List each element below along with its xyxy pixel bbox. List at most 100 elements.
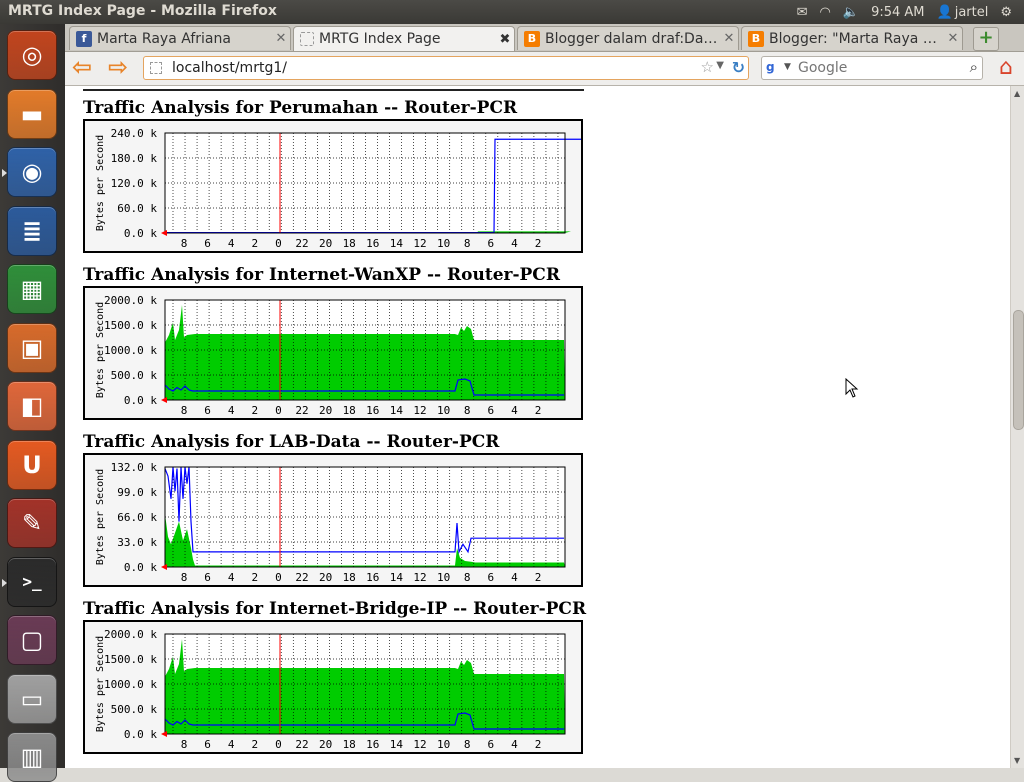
back-button[interactable]: ⇦	[69, 55, 95, 80]
scroll-up-icon[interactable]: ▲	[1014, 89, 1020, 98]
traffic-graph[interactable]: 2000.0 k 1500.0 k 1000.0 k 500.0 k 0.0 k 8 6 4 2…	[83, 620, 583, 754]
axis-arrow-icon	[161, 230, 167, 236]
terminal-icon[interactable]: >_	[2, 556, 57, 607]
y-tick-label: 2000.0 k	[104, 294, 157, 307]
traffic-graph[interactable]: 2000.0 k 1500.0 k 1000.0 k 500.0 k 0.0 k 8 6 4 2…	[83, 286, 583, 420]
x-tick-label: 18	[343, 404, 356, 417]
x-tick-label: 8	[181, 237, 188, 250]
calc-icon[interactable]: ▦	[7, 264, 57, 314]
x-tick-label: 22	[295, 738, 308, 751]
y-tick-label: 0.0 k	[124, 227, 157, 240]
forward-button[interactable]: ⇨	[105, 55, 131, 80]
url-bar[interactable]: ☆ ▼ ↻	[143, 56, 749, 80]
writer-icon[interactable]: ≣	[7, 205, 57, 256]
x-tick-label: 6	[487, 404, 494, 417]
y-tick-label: 2000.0 k	[104, 628, 157, 641]
navigation-toolbar: ⇦ ⇨ ☆ ▼ ↻ g ▼ ⌕ ⌂	[65, 52, 1024, 86]
x-tick-label: 6	[204, 404, 211, 417]
tab-blogger-draft[interactable]: B Blogger dalam draf:Das... ✕	[517, 26, 739, 50]
volume-icon[interactable]: 🔈	[843, 5, 859, 20]
clock[interactable]: 9:54 AM	[871, 5, 924, 20]
google-icon[interactable]: g	[766, 60, 782, 76]
axis-arrow-icon	[161, 397, 167, 403]
tab-blogger-marta[interactable]: B Blogger: "Marta Raya Af... ✕	[741, 26, 963, 50]
unity-launcher: ◎ ▬ ◉ ≣ ▦ ▣ ◧ U ✎ >_ ▢ ▭ ▥	[0, 24, 66, 782]
chevron-down-icon[interactable]: ▼	[716, 60, 724, 71]
x-tick-label: 6	[204, 738, 211, 751]
y-tick-label: 0.0 k	[124, 394, 157, 407]
chevron-down-icon[interactable]: ▼	[784, 62, 791, 72]
bookmark-star-icon[interactable]: ☆	[701, 58, 714, 76]
system-tray: ✉ ◠ 🔈 9:54 AM 👤 jartel ⚙	[797, 0, 1024, 24]
page-icon	[300, 32, 314, 46]
vertical-scrollbar[interactable]: ▲ ▼	[1010, 86, 1024, 768]
disk-icon[interactable]: ▭	[7, 673, 57, 724]
y-tick-label: 180.0 k	[111, 152, 158, 165]
graph-title[interactable]: Traffic Analysis for Internet-WanXP -- R…	[83, 264, 583, 286]
x-tick-label: 16	[366, 738, 379, 751]
traffic-chart: 132.0 k99.0 k66.0 k33.0 k0.0 k8 6 4 2 0 22 20 1…	[95, 461, 566, 584]
y-tick-label: 500.0 k	[111, 369, 158, 382]
y-tick-label: 1000.0 k	[104, 344, 157, 357]
software-center-icon[interactable]: ◧	[7, 381, 57, 431]
x-tick-label: 6	[487, 571, 494, 584]
scroll-down-icon[interactable]: ▼	[1014, 756, 1020, 765]
x-tick-label: 10	[437, 738, 450, 751]
user-icon[interactable]: 👤	[937, 5, 953, 20]
y-tick-label: 33.0 k	[117, 536, 157, 549]
firefox-icon[interactable]: ◉	[2, 147, 57, 197]
search-input[interactable]	[798, 59, 958, 77]
x-tick-label: 2	[535, 571, 542, 584]
x-tick-label: 8	[464, 404, 471, 417]
ubuntu-one-icon[interactable]: U	[7, 439, 57, 490]
gear-icon[interactable]: ⚙	[1000, 5, 1012, 20]
new-tab-button[interactable]: +	[973, 27, 999, 51]
x-tick-label: 2	[251, 404, 258, 417]
search-icon[interactable]: ⌕	[970, 58, 978, 76]
close-icon[interactable]: ✖	[496, 32, 514, 47]
traffic-graph[interactable]: 240.0 k 180.0 k 120.0 k 60.0 k 0.0 k 8 6 4 2 0 22 2…	[83, 119, 583, 253]
trash-icon[interactable]: ▥	[7, 732, 57, 782]
close-icon[interactable]: ✕	[272, 31, 290, 46]
reload-icon[interactable]: ↻	[732, 58, 745, 77]
divider	[83, 89, 584, 91]
y-axis-label: Bytes per Second	[95, 135, 106, 231]
x-tick-label: 10	[437, 571, 450, 584]
graph-section: Traffic Analysis for Internet-Bridge-IP …	[83, 598, 586, 754]
close-icon[interactable]: ✕	[720, 31, 738, 46]
graph-title[interactable]: Traffic Analysis for Perumahan -- Router…	[83, 97, 583, 119]
x-tick-label: 8	[464, 237, 471, 250]
tab-label: Blogger: "Marta Raya Af...	[769, 30, 944, 47]
x-tick-label: 0	[275, 404, 282, 417]
tab-marta-raya[interactable]: f Marta Raya Afriana ✕	[69, 26, 291, 50]
scrollbar-thumb[interactable]	[1013, 310, 1024, 430]
traffic-chart: 2000.0 k 1500.0 k 1000.0 k 500.0 k 0.0 k 8 6 4 2…	[95, 294, 566, 417]
x-tick-label: 20	[319, 237, 332, 250]
x-tick-label: 8	[464, 738, 471, 751]
x-tick-label: 16	[366, 237, 379, 250]
x-tick-label: 16	[366, 404, 379, 417]
x-tick-label: 20	[319, 738, 332, 751]
graph-section: Traffic Analysis for Internet-WanXP -- R…	[83, 264, 583, 420]
x-tick-label: 18	[343, 237, 356, 250]
graph-title[interactable]: Traffic Analysis for LAB-Data -- Router-…	[83, 431, 583, 453]
graph-title[interactable]: Traffic Analysis for Internet-Bridge-IP …	[83, 598, 586, 620]
workspaces-icon[interactable]: ▢	[7, 615, 57, 665]
x-tick-label: 14	[390, 404, 404, 417]
x-tick-label: 22	[295, 237, 308, 250]
impress-icon[interactable]: ▣	[7, 322, 57, 373]
ubuntu-home-icon[interactable]: ◎	[7, 30, 57, 80]
search-bar[interactable]: g ▼ ⌕	[761, 56, 983, 80]
x-tick-label: 4	[228, 404, 235, 417]
files-icon[interactable]: ▬	[7, 88, 57, 139]
user-name[interactable]: jartel	[955, 5, 989, 20]
tab-mrtg-index[interactable]: MRTG Index Page ✖	[293, 26, 515, 51]
home-button[interactable]: ⌂	[993, 55, 1019, 81]
mail-icon[interactable]: ✉	[797, 5, 808, 20]
x-tick-label: 2	[251, 237, 258, 250]
wifi-icon[interactable]: ◠	[820, 5, 831, 20]
close-icon[interactable]: ✕	[944, 31, 962, 46]
url-input[interactable]	[172, 59, 672, 77]
traffic-graph[interactable]: 132.0 k 99.0 k 66.0 k 33.0 k 0.0 k 8 6 4 2 0 22 20 1…	[83, 453, 583, 587]
system-settings-icon[interactable]: ✎	[7, 498, 57, 548]
